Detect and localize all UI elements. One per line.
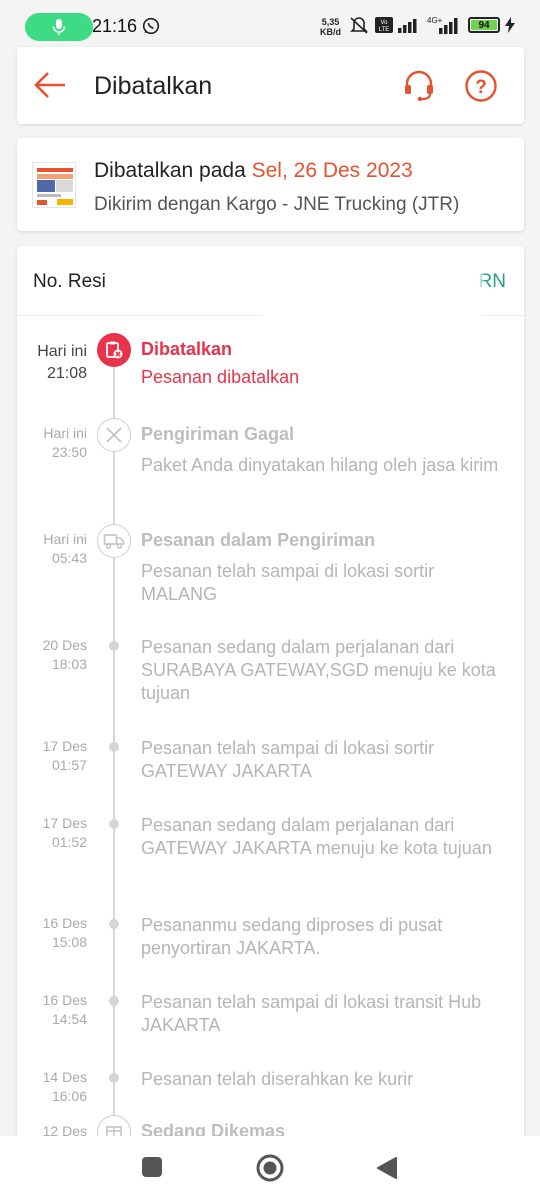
event-clock: 18:03 (51, 656, 87, 672)
event-description: Paket Anda dinyatakan hilang oleh jasa k… (141, 455, 499, 475)
event-clock: 01:57 (51, 757, 87, 773)
event-time: Hari ini 23:50 (17, 424, 87, 462)
network-speed: 5,35 KB/d (320, 17, 341, 37)
timeline-dot (109, 819, 119, 829)
event-time: 17 Des 01:57 (17, 737, 87, 775)
event-day: Hari ini (37, 343, 87, 360)
status-bar: 21:16 5,35 KB/d Vo LTE 4G+ 94 (0, 0, 540, 42)
cancelled-date-line: Dibatalkan pada Sel, 26 Des 2023 (94, 159, 413, 183)
event-time: 14 Des 16:06 (17, 1068, 87, 1106)
system-navigation-bar (0, 1136, 540, 1200)
timeline-dot (109, 742, 119, 752)
event-time: Hari ini 21:08 (17, 341, 87, 385)
resi-label: No. Resi (33, 271, 106, 292)
event-description: Pesananmu sedang diproses di pusat penyo… (141, 915, 443, 958)
product-thumbnail (32, 162, 76, 208)
microphone-icon (52, 19, 66, 35)
cancel-clipboard-icon (97, 333, 131, 367)
battery-icon: 94 (468, 17, 500, 33)
battery-level: 94 (478, 19, 490, 31)
redaction-blur (262, 254, 482, 326)
event-day: 16 Des (42, 915, 87, 931)
event-clock: 21:08 (46, 365, 87, 382)
shipping-method: Dikirim dengan Kargo - JNE Trucking (JTR… (94, 194, 460, 215)
timeline-dot (109, 996, 119, 1006)
event-description: Pesanan dibatalkan (141, 367, 300, 387)
status-icons: Vo LTE 4G+ 94 (348, 16, 515, 34)
event-description: Pesanan sedang dalam perjalanan dari GAT… (141, 815, 492, 858)
event-title: Pengiriman Gagal (141, 424, 295, 444)
page-title: Dibatalkan (94, 72, 213, 100)
timeline-dot (109, 641, 119, 651)
svg-text:LTE: LTE (379, 27, 390, 33)
event-time: 20 Des 18:03 (17, 636, 87, 674)
event-description: Pesanan telah sampai di lokasi sortir GA… (141, 738, 435, 781)
event-day: 20 Des (42, 637, 87, 653)
charging-bolt-icon (505, 17, 515, 33)
back-nav-button[interactable] (376, 1156, 398, 1185)
customer-support-button[interactable] (402, 69, 436, 103)
timeline-dot (109, 1073, 119, 1083)
home-circle-icon (256, 1154, 284, 1182)
svg-text:Vo: Vo (380, 20, 388, 26)
event-description: Pesanan telah sampai di lokasi transit H… (141, 992, 482, 1035)
event-title: Dibatalkan (141, 339, 233, 359)
event-time: 17 Des 01:52 (17, 814, 87, 852)
event-day: Hari ini (43, 425, 87, 441)
svg-text:?: ? (475, 77, 487, 98)
event-description: Pesanan sedang dalam perjalanan dari SUR… (141, 637, 496, 703)
event-day: 17 Des (42, 738, 87, 754)
event-clock: 14:54 (51, 1011, 87, 1027)
event-day: 14 Des (42, 1069, 87, 1085)
event-description: Pesanan telah diserahkan ke kurir (141, 1069, 414, 1089)
event-time: 16 Des 15:08 (17, 914, 87, 952)
truck-icon (97, 524, 131, 558)
timeline-dot (109, 919, 119, 929)
event-clock: 15:08 (51, 934, 87, 950)
event-clock: 16:06 (51, 1088, 87, 1104)
triangle-back-icon (377, 1157, 397, 1179)
event-description: Pesanan telah sampai di lokasi sortir MA… (141, 561, 435, 604)
network-speed-value: 5,35 (321, 17, 340, 27)
event-clock: 01:52 (51, 834, 87, 850)
cancelled-date: Sel, 26 Des 2023 (251, 159, 413, 182)
square-icon (142, 1157, 162, 1177)
question-circle-icon: ? (465, 70, 497, 102)
event-day: 16 Des (42, 992, 87, 1008)
back-button[interactable] (33, 69, 67, 101)
volte-icon: Vo LTE (375, 17, 393, 33)
resi-row[interactable]: No. Resi TRN (17, 246, 524, 326)
headset-icon (405, 70, 433, 102)
arrow-left-icon (34, 72, 65, 98)
order-info-card[interactable]: Dibatalkan pada Sel, 26 Des 2023 Dikirim… (17, 138, 524, 231)
signal-1-icon (398, 19, 417, 33)
help-button[interactable]: ? (464, 69, 498, 103)
event-clock: 05:43 (51, 550, 87, 566)
cancelled-prefix: Dibatalkan pada (94, 159, 252, 182)
event-clock: 23:50 (51, 444, 87, 460)
svg-text:4G+: 4G+ (427, 16, 443, 25)
mic-active-indicator[interactable] (25, 13, 93, 41)
event-day: Hari ini (43, 531, 87, 547)
whatsapp-icon (142, 17, 160, 35)
event-time: 16 Des 14:54 (17, 991, 87, 1029)
event-day: 17 Des (42, 815, 87, 831)
event-time: Hari ini 05:43 (17, 530, 87, 568)
network-speed-unit: KB/d (320, 27, 341, 37)
tracking-card: No. Resi TRN Hari ini 21:08 Dibatalkan P… (17, 246, 524, 1146)
clock: 21:16 (92, 16, 138, 36)
signal-4g-icon: 4G+ (427, 16, 458, 34)
recent-apps-button[interactable] (141, 1156, 163, 1183)
home-button[interactable] (256, 1154, 284, 1187)
x-circle-icon (97, 418, 131, 452)
mute-icon (350, 17, 368, 34)
top-app-bar: Dibatalkan ? (17, 47, 524, 124)
event-title: Pesanan dalam Pengiriman (141, 530, 376, 550)
